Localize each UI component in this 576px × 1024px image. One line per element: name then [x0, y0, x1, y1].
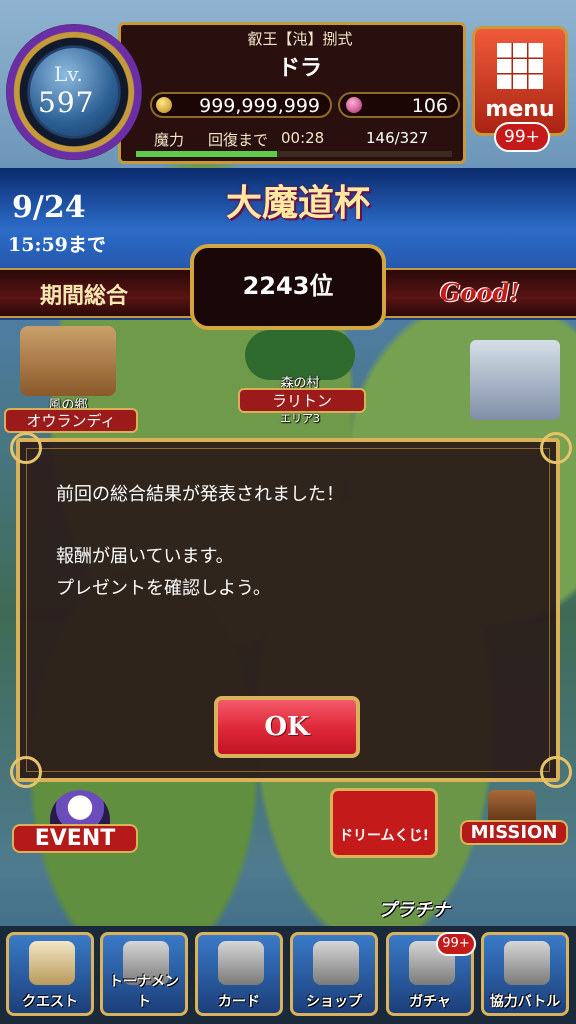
mana-count: 146/327: [366, 129, 429, 147]
grade-badge: Good!: [440, 278, 520, 307]
gem-value: 106: [411, 95, 448, 117]
event-deadline-date: 9/24: [12, 190, 86, 225]
nav-shop-label: ショップ: [306, 994, 362, 1010]
scroll-icon: [29, 941, 75, 985]
menu-button[interactable]: menu: [472, 26, 568, 136]
nav-coop-battle-button[interactable]: 協力バトル: [481, 932, 569, 1016]
menu-label: menu: [485, 97, 555, 122]
dialog-corner-ornament: [540, 432, 572, 464]
dream-lottery-button[interactable]: ドリームくじ!: [330, 788, 438, 858]
bottom-navigation: クエスト トーナメント カード ショップ ガチャ 協力バトル: [0, 926, 576, 1024]
dialog-corner-ornament: [10, 432, 42, 464]
mana-bar: [136, 151, 452, 157]
nav-quest-button[interactable]: クエスト: [6, 932, 94, 1016]
nav-shop-button[interactable]: ショップ: [290, 932, 378, 1016]
dialog-corner-ornament: [10, 756, 42, 788]
menu-notification-badge: 99+: [494, 122, 550, 152]
event-label: EVENT: [12, 824, 138, 853]
recovery-label: 回復まで: [208, 131, 269, 149]
player-name: ドラ: [277, 56, 322, 81]
gems-icon: [313, 941, 359, 985]
nav-card-button[interactable]: カード: [195, 932, 283, 1016]
nav-coop-battle-label: 協力バトル: [489, 994, 561, 1010]
dialog-message-line3: プレゼントを確認しよう。: [56, 578, 271, 599]
area1-sign[interactable]: オウランディ: [4, 408, 138, 433]
nav-card-label: カード: [218, 994, 260, 1010]
nav-quest-label: クエスト: [22, 994, 78, 1010]
gold-value: 999,999,999: [199, 95, 320, 117]
period-total-label: 期間総合: [40, 283, 129, 309]
nav-tournament-button[interactable]: トーナメント: [100, 932, 188, 1016]
level-label: Lv.: [54, 62, 83, 86]
mission-label: MISSION: [460, 820, 568, 845]
nav-gacha-label: ガチャ: [409, 994, 451, 1010]
village-illustration[interactable]: [20, 326, 116, 396]
platinum-label: プラチナ: [378, 900, 450, 921]
grid-menu-icon: [497, 43, 543, 89]
cards-icon: [218, 941, 264, 985]
ok-button[interactable]: OK: [214, 696, 360, 758]
area2-sub: エリア3: [280, 412, 320, 425]
castle-illustration[interactable]: [470, 340, 560, 420]
dialog-corner-ornament: [540, 756, 572, 788]
gold-counter: 999,999,999: [150, 92, 332, 118]
magic-stone-icon: [346, 97, 362, 113]
mission-button[interactable]: MISSION: [460, 790, 568, 856]
mana-label: 魔力: [154, 131, 185, 149]
dialog-message-line1: 前回の総合結果が発表されました！: [56, 484, 344, 505]
nav-tournament-label: トーナメント: [109, 974, 179, 1010]
recovery-timer: 00:28: [281, 129, 325, 147]
rank-value: 2243位: [242, 272, 334, 300]
event-deadline-time: 15:59まで: [8, 234, 106, 256]
dialog-message-line2: 報酬が届いています。: [56, 546, 234, 567]
gem-counter: 106: [338, 92, 460, 118]
event-button[interactable]: EVENT: [12, 790, 138, 860]
party-icon: [504, 941, 550, 985]
coin-icon: [156, 97, 172, 113]
gacha-notification-badge: 99+: [436, 932, 476, 956]
event-logo: 大魔道杯: [225, 182, 370, 224]
player-title: 叡王【沌】捌式: [247, 30, 353, 48]
mana-bar-fill: [136, 151, 277, 157]
level-value: 597: [38, 86, 95, 119]
